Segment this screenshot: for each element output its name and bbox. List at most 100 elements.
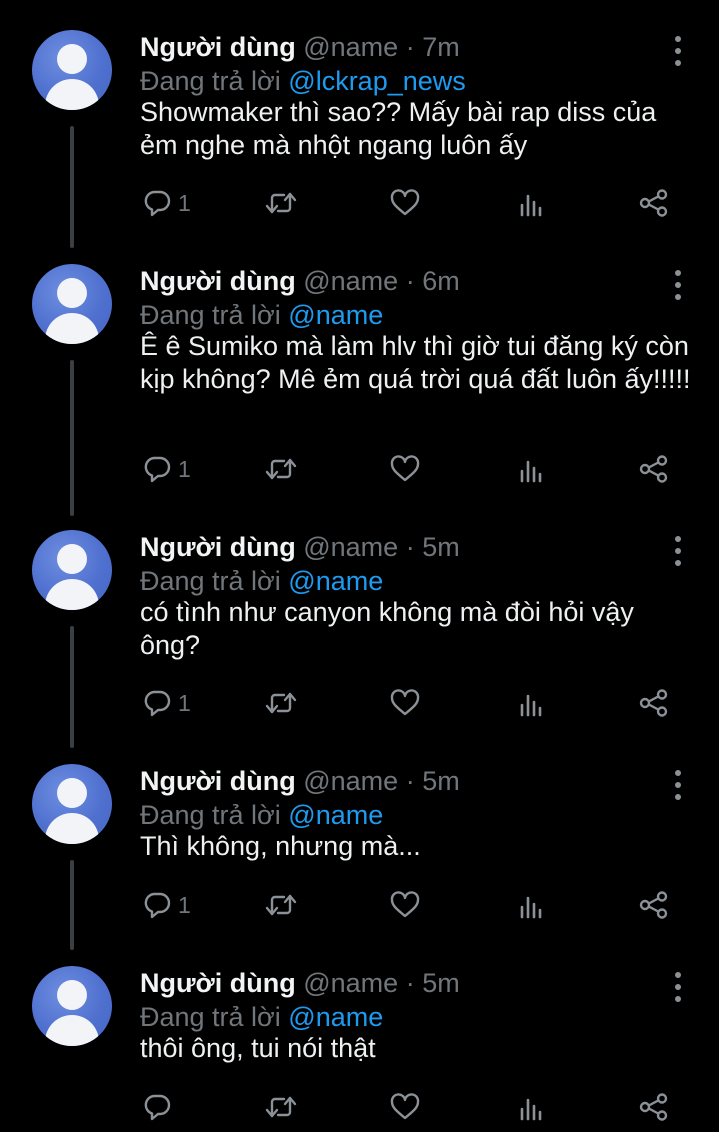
views-button[interactable] — [516, 452, 546, 486]
avatar-icon[interactable] — [32, 966, 112, 1046]
reply-icon — [142, 890, 172, 920]
views-button[interactable] — [516, 888, 546, 922]
mention-link[interactable]: @lckrap_news — [288, 66, 465, 96]
retweet-icon — [264, 454, 298, 484]
mention-link[interactable]: @name — [288, 566, 383, 596]
replying-prefix: Đang trả lời — [140, 800, 281, 830]
user-handle[interactable]: @name — [303, 532, 398, 562]
tweet-header: Người dùng @name · 5m — [140, 764, 460, 798]
like-icon — [389, 890, 421, 920]
retweet-button[interactable] — [264, 686, 298, 720]
more-icon[interactable] — [668, 36, 688, 66]
tweet-header: Người dùng @name · 5m — [140, 966, 460, 1000]
mention-link[interactable]: @name — [288, 800, 383, 830]
reply-icon — [142, 688, 172, 718]
user-handle[interactable]: @name — [303, 968, 398, 998]
like-button[interactable] — [389, 686, 421, 720]
reply-button[interactable]: 1 — [142, 452, 191, 486]
tweet-header: Người dùng @name · 5m — [140, 530, 460, 564]
separator-dot: · — [405, 32, 415, 62]
display-name[interactable]: Người dùng — [140, 266, 296, 296]
separator-dot: · — [405, 968, 415, 998]
reply-thread: Người dùng @name · 7m Đang trả lời @lckr… — [0, 0, 719, 1132]
views-icon — [516, 688, 546, 718]
timestamp[interactable]: 5m — [422, 532, 460, 562]
display-name[interactable]: Người dùng — [140, 32, 296, 62]
separator-dot: · — [405, 766, 415, 796]
like-icon — [389, 454, 421, 484]
action-bar: 1 — [0, 686, 719, 720]
retweet-button[interactable] — [264, 1090, 298, 1124]
retweet-icon — [264, 890, 298, 920]
share-button[interactable] — [638, 452, 670, 486]
like-button[interactable] — [389, 1090, 421, 1124]
views-button[interactable] — [516, 186, 546, 220]
tweet-text: Ê ê Sumiko mà làm hlv thì giờ tui đăng k… — [140, 331, 691, 394]
retweet-button[interactable] — [264, 888, 298, 922]
action-bar — [0, 1090, 719, 1124]
like-button[interactable] — [389, 888, 421, 922]
display-name[interactable]: Người dùng — [140, 766, 296, 796]
user-handle[interactable]: @name — [303, 32, 398, 62]
mention-link[interactable]: @name — [288, 300, 383, 330]
retweet-icon — [264, 688, 298, 718]
mention-link[interactable]: @name — [288, 1002, 383, 1032]
tweet-text: có tình như canyon không mà đòi hỏi vậy … — [140, 597, 634, 660]
more-icon[interactable] — [668, 536, 688, 566]
views-icon — [516, 188, 546, 218]
separator-dot: · — [405, 532, 415, 562]
share-button[interactable] — [638, 186, 670, 220]
replying-to: Đang trả lời @name — [140, 798, 383, 832]
tweet-text: Thì không, nhưng mà... — [140, 831, 421, 861]
retweet-button[interactable] — [264, 452, 298, 486]
replying-prefix: Đang trả lời — [140, 66, 281, 96]
tweet-text: Showmaker thì sao?? Mấy bài rap diss của… — [140, 97, 657, 160]
share-button[interactable] — [638, 686, 670, 720]
action-bar: 1 — [0, 888, 719, 922]
views-icon — [516, 1092, 546, 1122]
reply-count: 1 — [178, 189, 191, 216]
retweet-button[interactable] — [264, 186, 298, 220]
share-icon — [638, 890, 670, 920]
user-handle[interactable]: @name — [303, 266, 398, 296]
share-button[interactable] — [638, 1090, 670, 1124]
share-icon — [638, 454, 670, 484]
reply-button[interactable] — [142, 1090, 178, 1124]
replying-to: Đang trả lời @name — [140, 298, 383, 332]
avatar-icon[interactable] — [32, 30, 112, 110]
views-button[interactable] — [516, 1090, 546, 1124]
like-button[interactable] — [389, 452, 421, 486]
more-icon[interactable] — [668, 972, 688, 1002]
like-button[interactable] — [389, 186, 421, 220]
retweet-icon — [264, 188, 298, 218]
share-icon — [638, 1092, 670, 1122]
like-icon — [389, 688, 421, 718]
more-icon[interactable] — [668, 770, 688, 800]
timestamp[interactable]: 6m — [422, 266, 460, 296]
display-name[interactable]: Người dùng — [140, 532, 296, 562]
avatar-icon[interactable] — [32, 530, 112, 610]
timestamp[interactable]: 5m — [422, 968, 460, 998]
user-handle[interactable]: @name — [303, 766, 398, 796]
avatar-icon[interactable] — [32, 764, 112, 844]
thread-connector — [70, 360, 74, 516]
avatar-icon[interactable] — [32, 264, 112, 344]
more-icon[interactable] — [668, 270, 688, 300]
reply-button[interactable]: 1 — [142, 888, 191, 922]
timestamp[interactable]: 7m — [422, 32, 460, 62]
reply-button[interactable]: 1 — [142, 686, 191, 720]
share-icon — [638, 188, 670, 218]
reply-icon — [142, 454, 172, 484]
reply-count: 1 — [178, 455, 191, 482]
share-button[interactable] — [638, 888, 670, 922]
reply-button[interactable]: 1 — [142, 186, 191, 220]
tweet-text: thôi ông, tui nói thật — [140, 1033, 376, 1063]
reply-icon — [142, 1092, 172, 1122]
retweet-icon — [264, 1092, 298, 1122]
like-icon — [389, 1092, 421, 1122]
reply-icon — [142, 188, 172, 218]
views-button[interactable] — [516, 686, 546, 720]
timestamp[interactable]: 5m — [422, 766, 460, 796]
reply-count: 1 — [178, 891, 191, 918]
display-name[interactable]: Người dùng — [140, 968, 296, 998]
